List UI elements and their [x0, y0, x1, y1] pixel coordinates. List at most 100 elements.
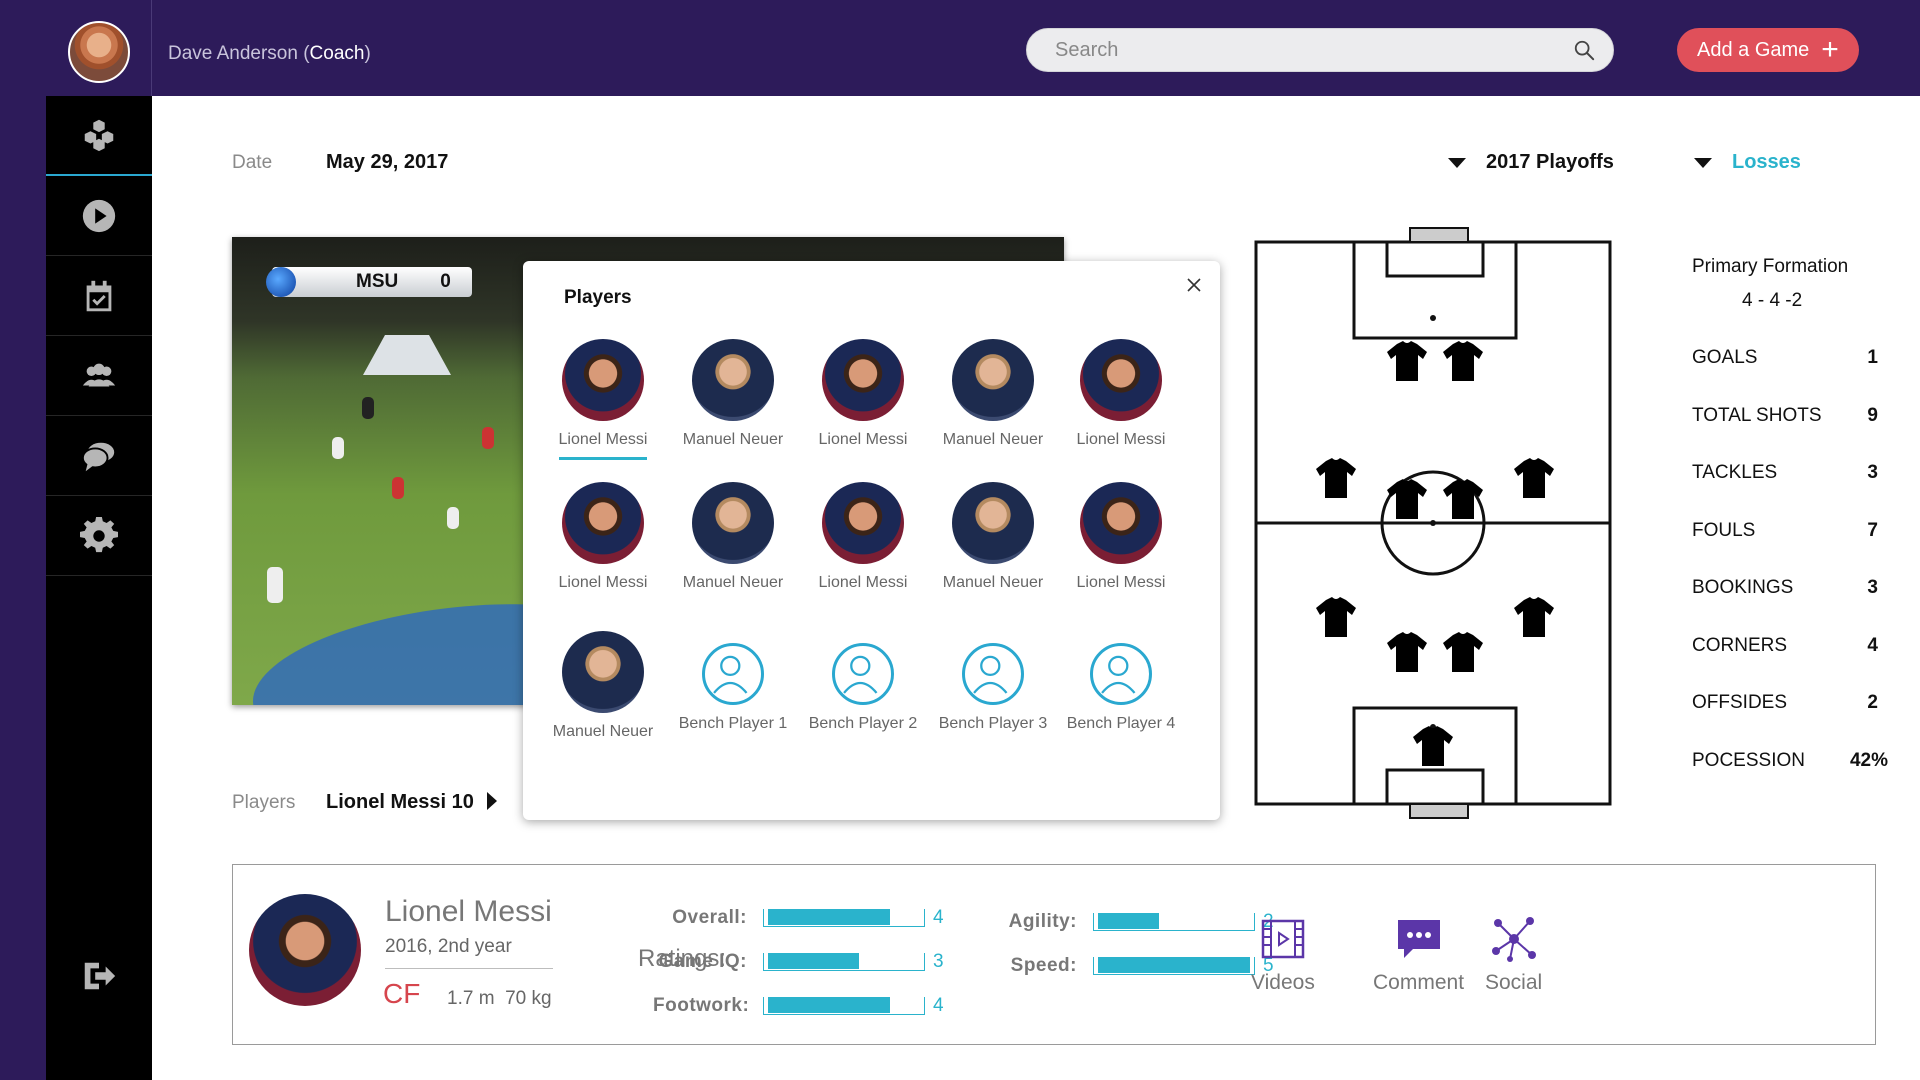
coach-avatar[interactable] — [68, 21, 130, 83]
jersey-icon[interactable] — [1387, 479, 1427, 519]
blocks-icon — [84, 119, 114, 152]
user-placeholder-icon — [832, 643, 894, 705]
player-option[interactable]: Manuel Neuer — [668, 482, 798, 592]
stat-row: TOTAL SHOTS 9 — [1692, 405, 1878, 427]
stat-label: TOTAL SHOTS — [1692, 404, 1822, 426]
stat-label: CORNERS — [1692, 634, 1788, 656]
jersey-icon[interactable] — [1514, 597, 1554, 637]
sidebar-item-settings[interactable] — [46, 496, 152, 576]
rating-label: Speed: — [1010, 955, 1077, 976]
jersey-icon[interactable] — [1387, 632, 1427, 672]
player-option[interactable]: Lionel Messi — [798, 339, 928, 449]
player-option[interactable]: Lionel Messi — [538, 482, 668, 592]
rating-fill — [1098, 913, 1159, 929]
player-option-name: Bench Player 1 — [678, 715, 788, 732]
caret-right-icon[interactable] — [487, 792, 497, 810]
stat-label: FOULS — [1692, 519, 1756, 541]
rating-label: Game IQ: — [658, 951, 747, 972]
stat-value: 1 — [1867, 347, 1878, 368]
stat-value: 3 — [1867, 577, 1878, 598]
player-photo — [562, 482, 644, 564]
stat-value: 3 — [1867, 462, 1878, 483]
stat-value: 42% — [1849, 749, 1888, 771]
rating-value: 3 — [933, 951, 944, 972]
sidebar-item-dashboard[interactable] — [46, 96, 152, 176]
jersey-icon[interactable] — [1413, 726, 1453, 766]
season-value: 2017 Playoffs — [1486, 151, 1614, 173]
sidebar-item-team[interactable] — [46, 336, 152, 416]
jersey-icon[interactable] — [1316, 597, 1356, 637]
bench-player-option[interactable]: Bench Player 2 — [798, 631, 928, 733]
ball-icon — [266, 267, 296, 297]
rating-overall: Overall: 4 — [653, 907, 943, 929]
rating-bar — [1093, 913, 1255, 931]
player-option[interactable]: Manuel Neuer — [928, 482, 1058, 592]
sidebar-item-videos[interactable] — [46, 176, 152, 256]
video-player — [332, 437, 344, 459]
add-game-button[interactable]: Add a Game + — [1677, 28, 1859, 72]
videos-action[interactable]: Videos — [1251, 915, 1315, 995]
result-dropdown[interactable]: Losses — [1694, 151, 1801, 174]
user-name: Dave Anderson — [168, 43, 298, 64]
player-photo — [562, 339, 644, 421]
player-option[interactable]: Manuel Neuer — [928, 339, 1058, 449]
scoreboard-score: 0 — [440, 271, 451, 292]
jersey-icon[interactable] — [1387, 341, 1427, 381]
user-placeholder-icon — [962, 643, 1024, 705]
player-option[interactable]: Manuel Neuer — [538, 631, 668, 741]
rating-agility: Agility: 2 — [983, 911, 1274, 933]
video-player — [482, 427, 494, 449]
player-option[interactable]: Lionel Messi — [798, 482, 928, 592]
player-option[interactable]: Lionel Messi — [1056, 339, 1186, 449]
rating-label: Footwork: — [653, 995, 750, 1016]
player-option[interactable]: Lionel Messi — [538, 339, 668, 460]
bench-player-option[interactable]: Bench Player 3 — [928, 631, 1058, 733]
close-icon[interactable] — [1182, 273, 1206, 297]
video-player — [447, 507, 459, 529]
rating-label: Agility: — [1008, 911, 1077, 932]
search-bar[interactable] — [1026, 28, 1614, 72]
coach-name: Dave Anderson (Coach) — [168, 43, 371, 64]
film-icon — [1261, 919, 1305, 959]
comment-action[interactable]: Comment — [1373, 915, 1464, 995]
stat-label: BOOKINGS — [1692, 577, 1794, 598]
jersey-icon[interactable] — [1443, 632, 1483, 672]
player-position: CF — [383, 978, 421, 1009]
search-input[interactable] — [1055, 29, 1555, 71]
jersey-icon[interactable] — [1316, 458, 1356, 498]
player-option-name: Lionel Messi — [558, 574, 648, 591]
jersey-icon[interactable] — [1514, 458, 1554, 498]
player-option[interactable]: Lionel Messi — [1056, 482, 1186, 592]
rating-game-iq: Game IQ: 3 — [653, 951, 944, 973]
plus-icon: + — [1821, 33, 1839, 66]
players-label: Players — [232, 792, 296, 813]
stat-row: POCESSION 42% — [1692, 750, 1888, 772]
tent-shape — [363, 335, 451, 375]
rating-fill — [768, 909, 890, 925]
team-icon — [82, 363, 116, 386]
jersey-icon[interactable] — [1443, 341, 1483, 381]
formation-label: Primary Formation — [1692, 256, 1849, 277]
date-value[interactable]: May 29, 2017 — [326, 151, 448, 174]
player-option-name: Manuel Neuer — [682, 431, 784, 448]
rating-fill — [768, 953, 860, 969]
bench-player-option[interactable]: Bench Player 1 — [668, 631, 798, 733]
sidebar-item-messages[interactable] — [46, 416, 152, 496]
player-photo — [562, 631, 644, 713]
sidebar-item-logout[interactable] — [46, 936, 152, 1016]
player-option-name: Manuel Neuer — [552, 723, 654, 740]
season-dropdown[interactable]: 2017 Playoffs — [1448, 151, 1614, 174]
stat-label: POCESSION — [1692, 749, 1805, 771]
search-icon[interactable] — [1573, 39, 1595, 61]
player-card: Lionel Messi 2016, 2nd year CF 1.7 m 70 … — [232, 864, 1876, 1045]
sidebar-item-schedule[interactable] — [46, 256, 152, 336]
stat-label: GOALS — [1692, 347, 1758, 368]
avatar-cell — [0, 0, 152, 96]
play-icon — [82, 199, 116, 232]
bench-player-option[interactable]: Bench Player 4 — [1056, 631, 1186, 733]
player-photo — [952, 339, 1034, 421]
social-action[interactable]: Social — [1485, 915, 1542, 995]
rating-bar — [1093, 957, 1255, 975]
player-option[interactable]: Manuel Neuer — [668, 339, 798, 449]
players-value[interactable]: Lionel Messi 10 — [326, 791, 474, 814]
